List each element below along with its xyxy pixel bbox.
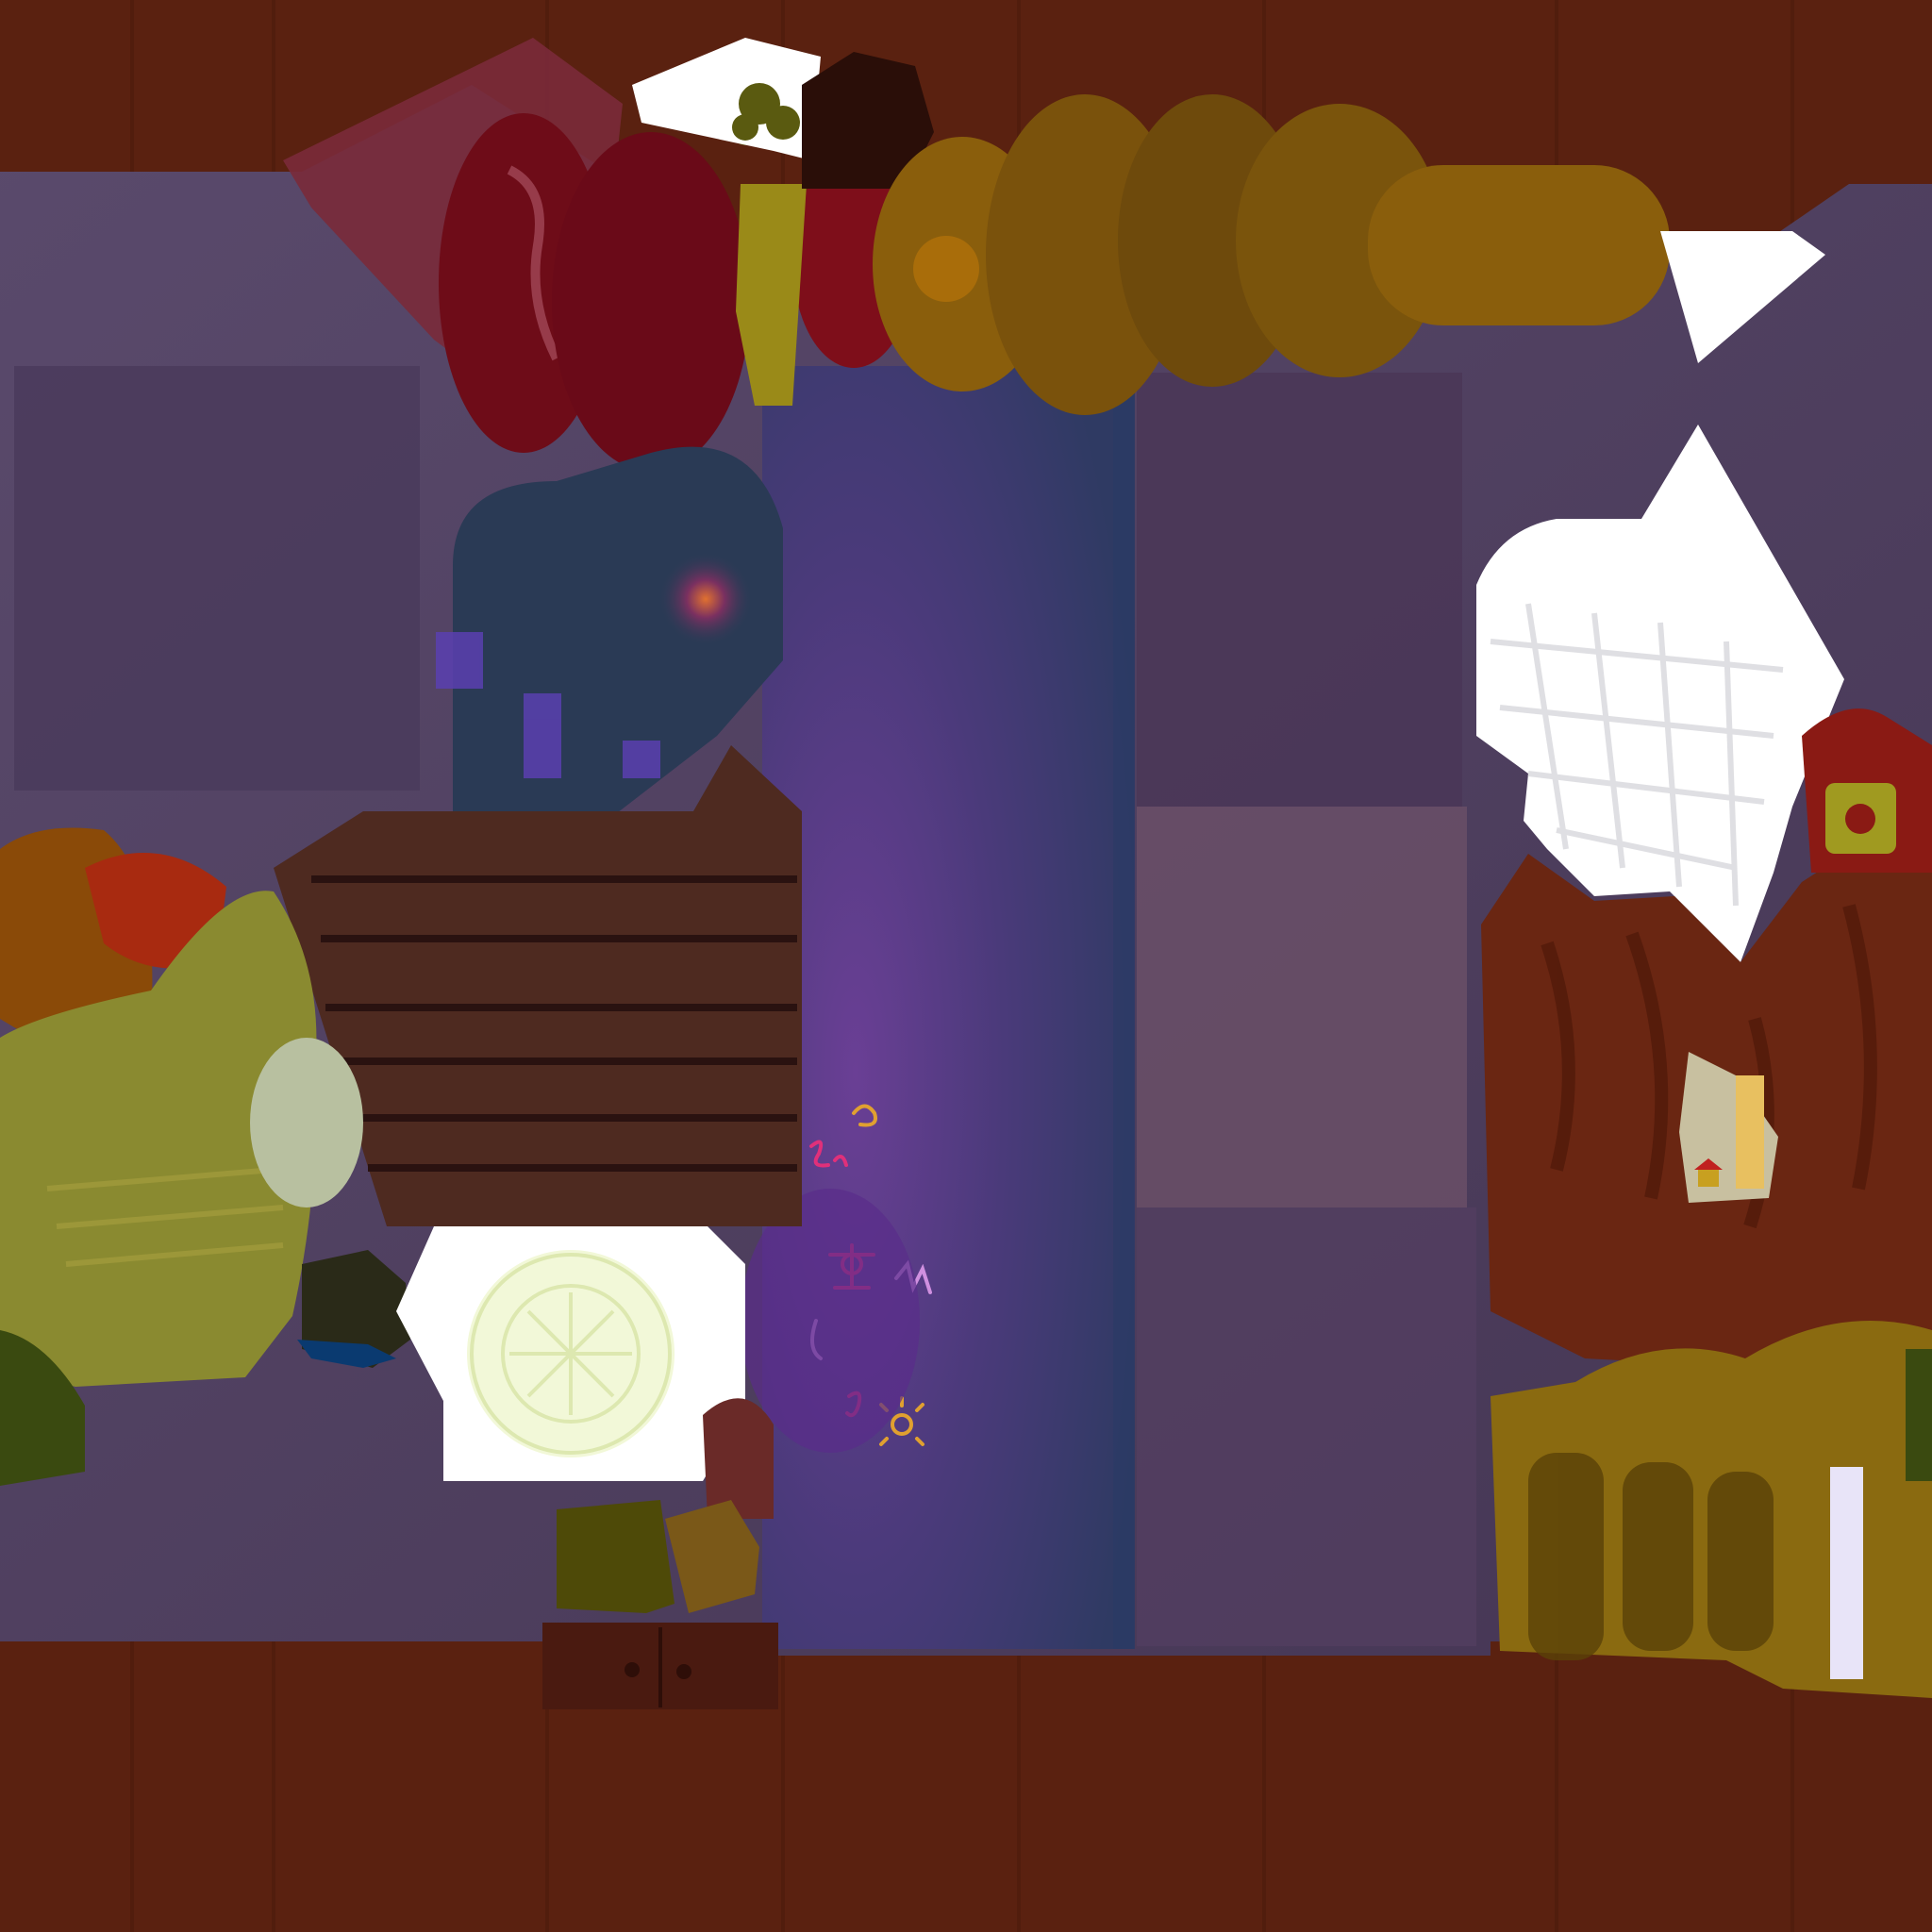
wall-panel-right-mid [1137, 807, 1467, 1208]
window-light [1736, 1075, 1764, 1189]
chalk-rug [762, 366, 1135, 1649]
wall-panel-right-top [1137, 373, 1462, 807]
wall-panel-left [14, 366, 420, 791]
green-edge [1906, 1349, 1932, 1481]
maroon-cushion-small [703, 1398, 774, 1519]
mustard-cushion-folds [1528, 1453, 1774, 1660]
crimson-cushion-2 [552, 132, 750, 472]
olive-low-cushion [557, 1500, 675, 1613]
small-drawer [542, 1623, 778, 1709]
emblem-plate [467, 1250, 675, 1457]
game-scene [0, 0, 1932, 1932]
purple-blob [741, 1189, 920, 1453]
wall-panel-right-bot [1137, 1208, 1476, 1646]
room-canvas [0, 0, 1932, 1932]
white-slot [1830, 1467, 1863, 1679]
square-button-icon [1825, 783, 1896, 854]
armchair-round-cushion [250, 1038, 363, 1208]
orb-light-icon [658, 552, 753, 646]
rug-edge [1113, 366, 1134, 1649]
